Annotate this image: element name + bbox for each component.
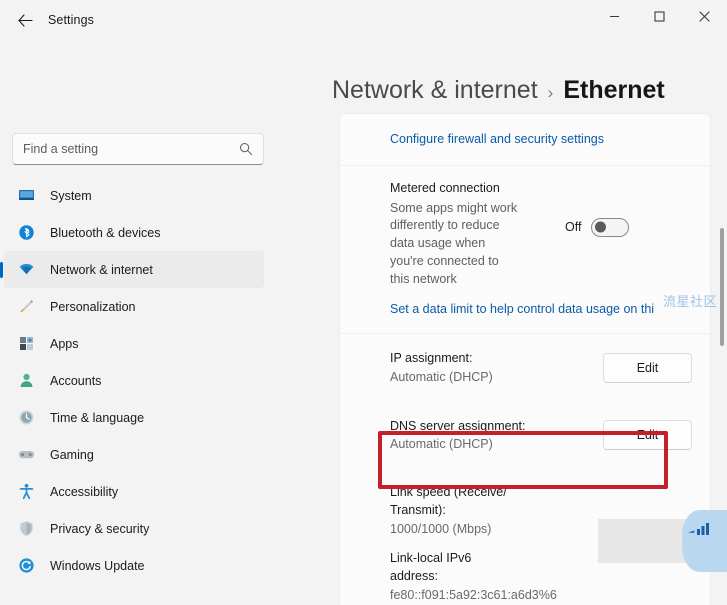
- toggle-knob: [595, 221, 607, 233]
- link-speed-row: Link speed (Receive/ Transmit): 1000/100…: [340, 469, 710, 547]
- sidebar-item-time-language[interactable]: Time & language: [4, 399, 264, 436]
- ethernet-settings-card: Configure firewall and security settings…: [339, 113, 711, 605]
- window-controls: [592, 0, 727, 32]
- sidebar-item-network-internet[interactable]: Network & internet: [0, 251, 264, 288]
- configure-firewall-link[interactable]: Configure firewall and security settings: [390, 132, 604, 146]
- dns-assignment-title: DNS server assignment:: [390, 418, 526, 433]
- ip-assignment-title: IP assignment:: [390, 351, 473, 365]
- dns-assignment-value: Automatic (DHCP): [390, 437, 493, 452]
- sidebar-item-apps[interactable]: Apps: [4, 325, 264, 362]
- sidebar-item-label: Time & language: [50, 410, 145, 425]
- minimize-button[interactable]: [592, 0, 637, 32]
- sidebar-item-label: Bluetooth & devices: [50, 225, 161, 240]
- ip-assignment-row: IP assignment: Automatic (DHCP) Edit: [340, 334, 710, 402]
- sidebar-item-label: System: [50, 188, 92, 203]
- app-title: Settings: [48, 13, 94, 27]
- sidebar-item-personalization[interactable]: Personalization: [4, 288, 264, 325]
- dns-assignment-text: DNS server assignment: Automatic (DHCP): [390, 417, 603, 455]
- metered-toggle-state: Off: [565, 220, 582, 235]
- accessibility-icon: [16, 482, 36, 502]
- shield-icon: [16, 519, 36, 539]
- search-placeholder: Find a setting: [23, 142, 99, 156]
- metered-connection-section: Metered connection Some apps might work …: [340, 166, 710, 334]
- link-speed-value: 1000/1000 (Mbps): [390, 522, 492, 537]
- apps-icon: [16, 334, 36, 354]
- title-bar: Settings: [0, 0, 727, 40]
- sidebar-item-windows-update[interactable]: Windows Update: [4, 547, 264, 584]
- sidebar-item-accessibility[interactable]: Accessibility: [4, 473, 264, 510]
- bluetooth-icon: [16, 223, 36, 243]
- metered-toggle[interactable]: [591, 217, 630, 237]
- page-title: Ethernet: [563, 76, 665, 104]
- sidebar-item-bluetooth-devices[interactable]: Bluetooth & devices: [4, 214, 264, 251]
- dns-assignment-edit-button[interactable]: Edit: [603, 420, 692, 451]
- metered-description: Some apps might work differently to redu…: [390, 200, 518, 286]
- data-limit-row: Set a data limit to help control data us…: [340, 298, 710, 333]
- content-scrollbar[interactable]: [719, 116, 725, 603]
- ipv6-row: Link-local IPv6 address: fe80::f091:5a92…: [340, 547, 710, 605]
- metered-title: Metered connection: [390, 180, 500, 195]
- ip-assignment-text: IP assignment: Automatic (DHCP): [390, 349, 603, 387]
- breadcrumb-separator: ›: [547, 83, 554, 102]
- sidebar-item-accounts[interactable]: Accounts: [4, 362, 264, 399]
- clock-icon: [16, 408, 36, 428]
- maximize-icon: [654, 10, 665, 22]
- firewall-row: Configure firewall and security settings: [340, 114, 710, 166]
- ip-assignment-value: Automatic (DHCP): [390, 369, 493, 384]
- close-button[interactable]: [682, 0, 727, 32]
- minimize-icon: [610, 15, 619, 17]
- settings-window: Settings Find a setting System Bluetooth…: [0, 0, 727, 605]
- sidebar-item-gaming[interactable]: Gaming: [4, 436, 264, 473]
- brush-icon: [16, 297, 36, 317]
- sidebar-item-label: Network & internet: [50, 262, 153, 277]
- sidebar-item-label: Windows Update: [50, 558, 145, 573]
- display-icon: [16, 186, 36, 206]
- maximize-button[interactable]: [637, 0, 682, 32]
- gamepad-icon: [16, 445, 36, 465]
- main-content: Network & internet › Ethernet Configure …: [286, 40, 727, 605]
- set-data-limit-link[interactable]: Set a data limit to help control data us…: [390, 302, 654, 316]
- person-icon: [16, 371, 36, 391]
- metered-toggle-block: Off: [565, 180, 692, 237]
- breadcrumb-parent[interactable]: Network & internet: [332, 76, 538, 105]
- sidebar-item-label: Privacy & security: [50, 521, 150, 536]
- network-icon: [16, 260, 36, 280]
- sidebar-item-system[interactable]: System: [4, 177, 264, 214]
- back-button[interactable]: [8, 5, 42, 35]
- sidebar-nav-list: System Bluetooth & devices Network & int…: [0, 177, 286, 584]
- scrollbar-thumb[interactable]: [720, 228, 724, 346]
- metered-text-block: Metered connection Some apps might work …: [390, 180, 565, 289]
- search-icon: [239, 142, 253, 156]
- dns-assignment-row: DNS server assignment: Automatic (DHCP) …: [340, 402, 710, 470]
- search-wrapper: Find a setting: [12, 133, 264, 165]
- link-speed-title: Link speed (Receive/ Transmit):: [390, 485, 507, 518]
- sidebar-item-privacy-security[interactable]: Privacy & security: [4, 510, 264, 547]
- ip-assignment-edit-button[interactable]: Edit: [603, 352, 692, 383]
- update-icon: [16, 556, 36, 576]
- search-input[interactable]: Find a setting: [12, 133, 264, 165]
- sidebar-item-label: Apps: [50, 336, 79, 351]
- metered-connection-row: Metered connection Some apps might work …: [340, 166, 710, 299]
- close-icon: [699, 10, 710, 22]
- sidebar-item-label: Personalization: [50, 299, 136, 314]
- sidebar-item-label: Gaming: [50, 447, 94, 462]
- ipv6-value: fe80::f091:5a92:3c61:a6d3%6: [390, 587, 557, 602]
- ipv6-title: Link-local IPv6 address:: [390, 550, 472, 583]
- sidebar-item-label: Accessibility: [50, 484, 119, 499]
- sidebar: Find a setting System Bluetooth & device…: [0, 125, 286, 605]
- sidebar-item-label: Accounts: [50, 373, 102, 388]
- back-arrow-icon: [17, 13, 33, 27]
- scrollbar-track[interactable]: [719, 116, 725, 603]
- selection-indicator: [0, 261, 3, 278]
- breadcrumb: Network & internet › Ethernet: [286, 76, 727, 105]
